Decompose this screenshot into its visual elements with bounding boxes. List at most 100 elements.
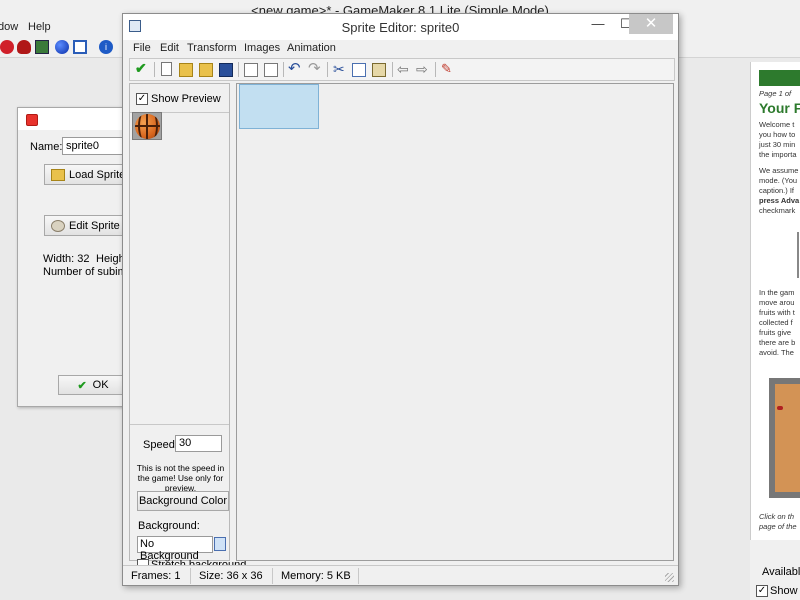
ok-label: OK xyxy=(92,379,109,391)
tutorial-line: the importa xyxy=(759,150,797,159)
checkmark-icon: ✔ xyxy=(77,379,87,392)
toolbar-separator xyxy=(283,62,284,77)
room-tool-icon[interactable] xyxy=(73,40,87,54)
edit-image-icon[interactable]: ✎ xyxy=(441,61,455,76)
tutorial-line: avoid. The xyxy=(759,348,794,357)
size-status: Size: 36 x 36 xyxy=(199,570,263,582)
menu-images[interactable]: Images xyxy=(244,42,280,54)
tutorial-page: Page 1 of xyxy=(759,89,792,98)
tutorial-line: caption.) If xyxy=(759,186,795,195)
tutorial-line: there are b xyxy=(759,338,796,347)
tutorial-footer: Available ✓ Show th xyxy=(750,540,800,600)
new-icon[interactable] xyxy=(161,62,172,76)
menu-file[interactable]: File xyxy=(133,42,151,54)
speed-label: Speed: xyxy=(143,439,178,451)
tutorial-line: collected f xyxy=(759,318,793,327)
copy-icon[interactable] xyxy=(352,63,366,77)
show-preview-label: Show Preview xyxy=(151,93,221,105)
frames-panel: ✓ Show Preview Speed: 30 This is not the… xyxy=(129,83,246,571)
editor-titlebar: Sprite Editor: sprite0 — ☐ ✕ xyxy=(123,14,678,40)
menu-window[interactable]: dow xyxy=(0,21,18,33)
add-from-file-icon[interactable] xyxy=(199,63,213,77)
toolbar-separator xyxy=(154,62,155,77)
shift-right-icon[interactable]: ⇨ xyxy=(416,61,430,77)
cut-icon[interactable]: ✂ xyxy=(333,61,347,77)
tutorial-line: fruits give xyxy=(759,328,792,337)
menu-transform[interactable]: Transform xyxy=(187,42,237,54)
resize-grip[interactable] xyxy=(665,573,674,582)
sound-tool-icon[interactable] xyxy=(17,40,31,54)
tutorial-line: We assume xyxy=(759,166,799,175)
redo-icon[interactable]: ↷ xyxy=(308,61,322,77)
shift-left-icon[interactable]: ⇦ xyxy=(397,61,411,77)
frames-status: Frames: 1 xyxy=(131,570,181,582)
sprite-properties-titlebar xyxy=(18,108,126,130)
cherry-icon xyxy=(777,406,783,410)
speed-input[interactable]: 30 xyxy=(175,435,222,452)
open-icon[interactable] xyxy=(179,63,193,77)
menu-edit[interactable]: Edit xyxy=(160,42,179,54)
tutorial-banner xyxy=(759,70,800,86)
tutorial-image-edge xyxy=(797,232,799,278)
selected-frame[interactable] xyxy=(239,84,319,129)
status-bar: Frames: 1 Size: 36 x 36 Memory: 5 KB xyxy=(123,565,678,585)
tutorial-caption: Click on th xyxy=(759,512,795,521)
paste-icon[interactable] xyxy=(372,63,386,77)
insert-frame-icon[interactable] xyxy=(244,63,258,77)
tutorial-pane: Page 1 of Your F Welcome t you how to ju… xyxy=(750,62,800,540)
show-preview-check-icon: ✓ xyxy=(136,93,148,105)
close-button[interactable]: ✕ xyxy=(629,14,673,34)
palette-icon xyxy=(51,219,65,232)
menu-help[interactable]: Help xyxy=(28,21,51,33)
gamemaker-icon xyxy=(26,114,38,126)
info-icon[interactable]: i xyxy=(99,40,113,54)
show-tutorial-check-icon: ✓ xyxy=(756,585,768,597)
toolbar-separator xyxy=(435,62,436,77)
tutorial-line: you how to xyxy=(759,130,796,139)
show-preview-checkbox[interactable]: ✓ Show Preview xyxy=(136,92,226,106)
edit-sprite-button[interactable]: Edit Sprite xyxy=(44,215,128,236)
status-divider xyxy=(190,568,191,584)
frames-canvas[interactable] xyxy=(236,83,674,561)
background-select[interactable]: No Background xyxy=(137,536,213,562)
editor-toolbar: ✔ ↶ ↷ ✂ ⇦ ⇨ ✎ xyxy=(129,58,675,81)
tutorial-game-screenshot xyxy=(769,378,800,498)
add-frame-icon[interactable] xyxy=(264,63,278,77)
tutorial-line: just 30 min xyxy=(759,140,796,149)
toolbar-separator xyxy=(327,62,328,77)
status-divider xyxy=(272,568,273,584)
save-icon[interactable] xyxy=(219,63,233,77)
object-tool-icon[interactable] xyxy=(55,40,69,54)
show-tutorial-label: Show th xyxy=(770,585,800,597)
tutorial-line: press Adva xyxy=(759,196,800,205)
load-sprite-button[interactable]: Load Sprite xyxy=(44,164,128,185)
memory-status: Memory: 5 KB xyxy=(281,570,351,582)
sprite-properties-window: Name: sprite0 Load Sprite Edit Sprite Wi… xyxy=(17,107,145,407)
load-sprite-label: Load Sprite xyxy=(69,168,126,181)
background-label: Background: xyxy=(138,520,200,532)
height-label: Heigh xyxy=(96,253,125,265)
background-color-label: Background Color xyxy=(138,495,228,507)
background-tool-icon[interactable] xyxy=(35,40,49,54)
toolbar-separator xyxy=(238,62,239,77)
frame-thumbnail[interactable] xyxy=(132,112,162,140)
background-color-button[interactable]: Background Color xyxy=(137,491,229,511)
speed-note: This is not the speed in the game! Use o… xyxy=(136,463,225,493)
sprite-tool-icon[interactable] xyxy=(0,40,14,54)
show-tutorial-checkbox[interactable]: ✓ Show th xyxy=(756,584,800,598)
menu-animation[interactable]: Animation xyxy=(287,42,336,54)
name-label: Name: xyxy=(30,141,63,153)
tutorial-caption: page of the xyxy=(759,522,797,531)
folder-icon xyxy=(51,168,65,181)
tutorial-line: checkmark xyxy=(759,206,796,215)
toolbar-separator xyxy=(392,62,393,77)
name-field[interactable]: sprite0 xyxy=(62,137,128,155)
undo-icon[interactable]: ↶ xyxy=(288,61,302,77)
sprite-editor-window: Sprite Editor: sprite0 — ☐ ✕ File Edit T… xyxy=(122,13,679,586)
confirm-icon[interactable]: ✔ xyxy=(135,61,149,75)
tutorial-line: Welcome t xyxy=(759,120,795,129)
background-picker-icon[interactable] xyxy=(214,537,226,551)
ok-button[interactable]: ✔ OK xyxy=(58,375,128,395)
edit-sprite-label: Edit Sprite xyxy=(69,219,120,232)
preview-settings: Speed: 30 This is not the speed in the g… xyxy=(130,424,246,571)
